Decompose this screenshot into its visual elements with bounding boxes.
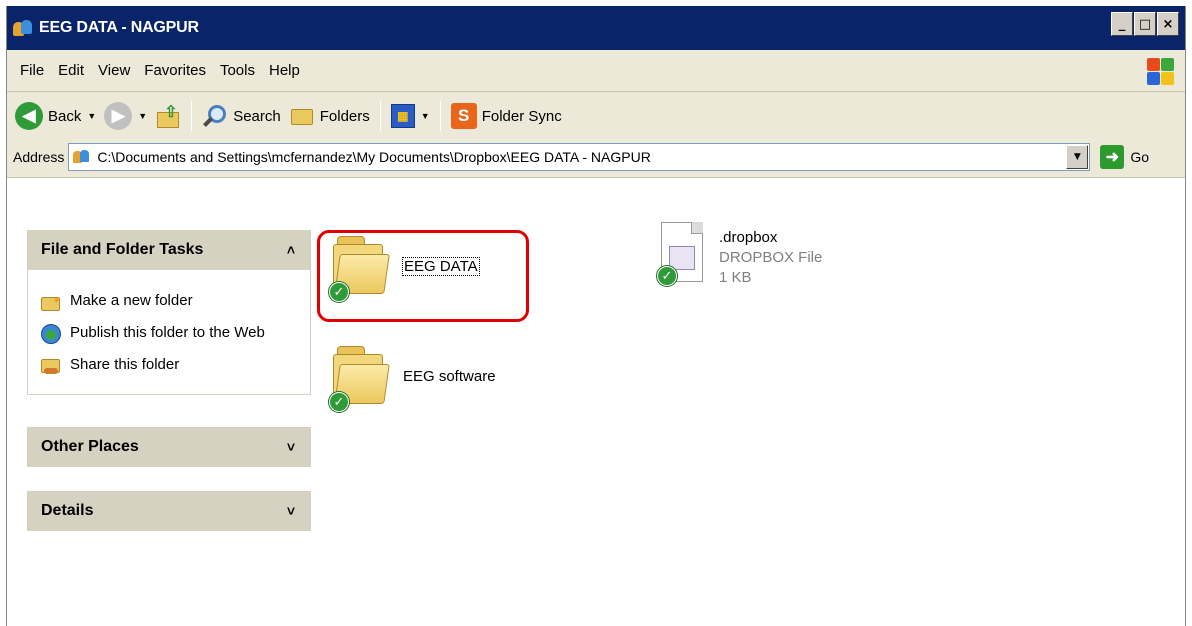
file-dropbox[interactable]: ✓ .dropbox DROPBOX File 1 KB [657,222,822,292]
views-icon: ▦ [390,104,415,128]
views-dropdown-icon[interactable]: ▼ [421,111,430,121]
go-label: Go [1130,149,1150,165]
forward-button[interactable]: ▶ ▼ [100,99,151,133]
users-folder-icon [13,18,33,38]
search-label: Search [233,107,281,125]
file-icon: ✓ [657,222,707,292]
task-publish-web[interactable]: Publish this folder to the Web [40,324,300,344]
search-icon [202,103,228,129]
other-places-title: Other Places [41,438,139,455]
folder-sync-label: Folder Sync [481,107,562,125]
menu-view[interactable]: View [91,62,137,79]
folder-name: EEG DATA [402,257,480,276]
users-folder-icon [73,149,91,165]
globe-icon [40,324,62,344]
up-folder-button[interactable]: ⇧ [151,99,185,133]
file-name: .dropbox [719,229,778,246]
go-arrow-icon: ➜ [1100,145,1125,169]
task-share-folder[interactable]: Share this folder [40,356,300,376]
task-pane: File and Folder Tasks ˄ ✶ Make a new fol… [27,230,311,531]
forward-dropdown-icon[interactable]: ▼ [138,111,147,121]
file-folder-tasks-body: ✶ Make a new folder Publish this folder … [27,270,311,395]
folder-eeg-software[interactable]: ✓ EEG software [327,342,496,412]
forward-arrow-icon: ▶ [104,102,133,130]
back-button[interactable]: ◀ Back ▼ [11,99,100,133]
menu-file[interactable]: File [13,62,51,79]
window-title: EEG DATA - NAGPUR [39,19,199,36]
file-size: 1 KB [719,269,752,286]
back-label: Back [48,107,82,125]
task-label: Share this folder [70,356,180,373]
toolbar: ◀ Back ▼ ▶ ▼ ⇧ Search Folders ▦ ▼ S Fold… [7,92,1185,178]
expand-icon[interactable]: ˅ [287,503,295,519]
back-dropdown-icon[interactable]: ▼ [87,111,96,121]
toolbar-separator [379,101,381,131]
folders-icon [289,103,315,129]
collapse-icon[interactable]: ˄ [287,242,295,258]
up-folder-icon: ⇧ [155,102,181,130]
views-button[interactable]: ▦ ▼ [387,99,434,133]
address-input[interactable]: C:\Documents and Settings\mcfernandez\My… [68,143,1091,171]
address-path: C:\Documents and Settings\mcfernandez\My… [97,149,651,165]
folder-sync-icon: S [450,103,477,129]
file-folder-tasks-header[interactable]: File and Folder Tasks ˄ [27,230,311,270]
address-dropdown-icon[interactable]: ▼ [1066,145,1089,169]
new-folder-icon: ✶ [40,292,62,312]
other-places-header[interactable]: Other Places ˅ [27,427,311,467]
file-folder-tasks-title: File and Folder Tasks [41,241,204,258]
folder-sync-button[interactable]: S Folder Sync [447,99,566,133]
menu-bar: File Edit View Favorites Tools Help [7,50,1185,92]
go-button[interactable]: ➜ Go [1100,145,1149,169]
folder-icon: ✓ [327,232,391,302]
folders-button[interactable]: Folders [285,99,374,133]
back-arrow-icon: ◀ [15,102,43,130]
task-label: Publish this folder to the Web [70,324,265,341]
close-button[interactable]: × [1157,12,1179,36]
file-type: DROPBOX File [719,249,823,266]
details-title: Details [41,502,94,519]
task-label: Make a new folder [70,292,193,309]
folder-eeg-data[interactable]: ✓ EEG DATA [327,232,480,302]
menu-tools[interactable]: Tools [213,62,262,79]
expand-icon[interactable]: ˅ [287,439,295,455]
menu-help[interactable]: Help [262,62,307,79]
share-folder-icon [40,356,62,376]
explorer-window: EEG DATA - NAGPUR _ □ × File Edit View F… [6,6,1186,626]
details-header[interactable]: Details ˅ [27,491,311,531]
title-bar[interactable]: EEG DATA - NAGPUR _ □ × [7,6,1185,50]
minimize-button[interactable]: _ [1111,12,1133,36]
toolbar-separator [439,101,441,131]
maximize-button[interactable]: □ [1134,12,1156,36]
address-label: Address [13,149,65,165]
sync-check-icon: ✓ [657,266,677,286]
folder-name: EEG software [403,368,496,385]
windows-logo-icon [1145,56,1175,86]
menu-edit[interactable]: Edit [51,62,91,79]
address-bar: Address C:\Documents and Settings\mcfern… [7,138,1185,176]
task-make-new-folder[interactable]: ✶ Make a new folder [40,292,300,312]
folders-label: Folders [319,107,370,125]
search-button[interactable]: Search [198,99,285,133]
toolbar-separator [191,101,193,131]
sync-check-icon: ✓ [329,282,349,302]
folder-icon: ✓ [327,342,391,412]
menu-favorites[interactable]: Favorites [137,62,213,79]
sync-check-icon: ✓ [329,392,349,412]
